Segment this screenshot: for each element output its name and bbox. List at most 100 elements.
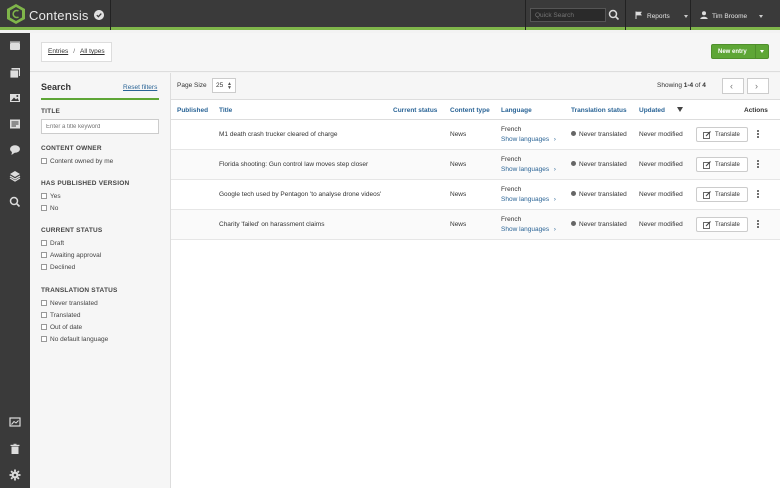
search-icon[interactable] — [9, 196, 21, 208]
translation-no-default-checkbox[interactable]: No default language — [41, 336, 108, 343]
chevron-down-icon — [758, 14, 763, 18]
media-icon[interactable] — [9, 92, 21, 104]
show-languages-link[interactable]: Show languages › — [501, 136, 556, 143]
chevron-left-icon: ‹ — [730, 81, 733, 91]
checkbox-label: No default language — [50, 336, 109, 343]
translate-button[interactable]: Translate — [696, 217, 748, 232]
dashboard-icon[interactable] — [9, 40, 21, 52]
table-row[interactable]: M1 death crash trucker cleared of charge… — [171, 120, 780, 150]
showing-of: of — [694, 82, 701, 89]
image-gallery-icon[interactable] — [9, 416, 21, 428]
flag-icon — [635, 11, 642, 19]
checkbox[interactable] — [41, 324, 47, 330]
checkbox[interactable] — [41, 205, 47, 211]
left-rail — [0, 33, 30, 488]
column-current-status[interactable]: Current status — [393, 107, 437, 114]
project-check-icon[interactable] — [94, 10, 104, 20]
checkbox[interactable] — [41, 240, 47, 246]
translation-never-checkbox[interactable]: Never translated — [41, 300, 98, 307]
user-menu[interactable]: Tim Broome — [700, 11, 763, 20]
breadcrumb-entries[interactable]: Entries — [48, 48, 68, 55]
more-actions-icon[interactable] — [755, 219, 761, 231]
next-page-button[interactable]: › — [747, 78, 769, 94]
table-row[interactable]: Florida shooting: Gun control law moves … — [171, 150, 780, 180]
showing-prefix: Showing — [657, 82, 682, 89]
translate-button[interactable]: Translate — [696, 187, 748, 202]
row-updated: Never modified — [639, 161, 683, 168]
checkbox[interactable] — [41, 264, 47, 270]
edit-icon — [703, 161, 711, 169]
chevron-right-icon: › — [755, 81, 758, 91]
checkbox-label: Declined — [50, 264, 76, 271]
content-types-icon[interactable] — [9, 118, 21, 130]
topbar-divider — [625, 0, 626, 30]
entries-icon[interactable] — [9, 67, 21, 79]
topbar-divider — [690, 0, 691, 30]
translate-label: Translate — [715, 192, 740, 198]
more-actions-icon[interactable] — [755, 159, 761, 171]
published-no-checkbox[interactable]: No — [41, 205, 58, 212]
table-row[interactable]: Charity 'failed' on harassment claims Ne… — [171, 210, 780, 240]
gear-icon[interactable] — [9, 469, 21, 481]
column-language[interactable]: Language — [501, 107, 532, 114]
new-entry-button[interactable]: New entry — [711, 44, 769, 59]
column-published[interactable]: Published — [177, 107, 208, 114]
topbar-divider — [110, 0, 111, 30]
checkbox[interactable] — [41, 193, 47, 199]
layers-icon[interactable] — [9, 170, 21, 182]
reports-menu[interactable]: Reports — [635, 11, 688, 20]
row-title[interactable]: Charity 'failed' on harassment claims — [219, 221, 324, 228]
translate-button[interactable]: Translate — [696, 127, 748, 142]
status-draft-checkbox[interactable]: Draft — [41, 240, 64, 247]
previous-page-button[interactable]: ‹ — [722, 78, 744, 94]
translation-status-text: Never translated — [579, 221, 627, 228]
checkbox[interactable] — [41, 252, 47, 258]
more-actions-icon[interactable] — [755, 189, 761, 201]
column-updated[interactable]: Updated — [639, 107, 665, 114]
page-size-select[interactable]: 25 ▲ ▼ — [212, 78, 236, 93]
brand-name[interactable]: Contensis — [29, 8, 89, 23]
checkbox[interactable] — [41, 312, 47, 318]
sort-descending-icon[interactable] — [677, 107, 683, 112]
show-languages-link[interactable]: Show languages › — [501, 166, 556, 173]
more-actions-icon[interactable] — [755, 129, 761, 141]
quick-search-input[interactable] — [530, 8, 606, 22]
checkbox-label: Yes — [50, 193, 61, 200]
row-title[interactable]: Google tech used by Pentagon 'to analyse… — [219, 191, 381, 198]
status-awaiting-approval-checkbox[interactable]: Awaiting approval — [41, 252, 101, 259]
current-status-heading: CURRENT STATUS — [41, 227, 103, 234]
show-languages-link[interactable]: Show languages › — [501, 226, 556, 233]
status-dot-icon — [571, 191, 576, 196]
row-title[interactable]: M1 death crash trucker cleared of charge — [219, 131, 338, 138]
column-content-type[interactable]: Content type — [450, 107, 490, 114]
button-divider — [755, 45, 756, 58]
column-title[interactable]: Title — [219, 107, 232, 114]
column-translation-status[interactable]: Translation status — [571, 107, 627, 114]
breadcrumb-separator: / — [73, 48, 76, 55]
translation-out-of-date-checkbox[interactable]: Out of date — [41, 324, 82, 331]
showing-total: 4 — [702, 82, 706, 89]
show-languages-link[interactable]: Show languages › — [501, 196, 556, 203]
translation-translated-checkbox[interactable]: Translated — [41, 312, 80, 319]
row-title[interactable]: Florida shooting: Gun control law moves … — [219, 161, 368, 168]
checkbox[interactable] — [41, 300, 47, 306]
trash-icon[interactable] — [9, 443, 21, 455]
contensis-logo-icon[interactable] — [7, 4, 25, 24]
search-icon[interactable] — [608, 9, 620, 21]
content-owned-by-me-checkbox[interactable]: Content owned by me — [41, 158, 113, 165]
breadcrumb-all-types[interactable]: All types — [80, 48, 105, 55]
title-keyword-input[interactable] — [41, 119, 159, 134]
table-row[interactable]: Google tech used by Pentagon 'to analyse… — [171, 180, 780, 210]
content-owner-heading: CONTENT OWNER — [41, 145, 102, 152]
reset-filters-link[interactable]: Reset filters — [123, 84, 157, 91]
results-toolbar: Page Size 25 ▲ ▼ Showing 1-4 of 4 ‹ › — [171, 73, 780, 100]
status-declined-checkbox[interactable]: Declined — [41, 264, 75, 271]
checkbox[interactable] — [41, 158, 47, 164]
translate-button[interactable]: Translate — [696, 157, 748, 172]
checkbox[interactable] — [41, 336, 47, 342]
checkbox-label: Awaiting approval — [50, 252, 102, 259]
published-yes-checkbox[interactable]: Yes — [41, 193, 61, 200]
chevron-down-icon[interactable] — [760, 50, 764, 53]
comments-icon[interactable] — [9, 144, 21, 156]
chevron-down-icon — [683, 14, 688, 18]
